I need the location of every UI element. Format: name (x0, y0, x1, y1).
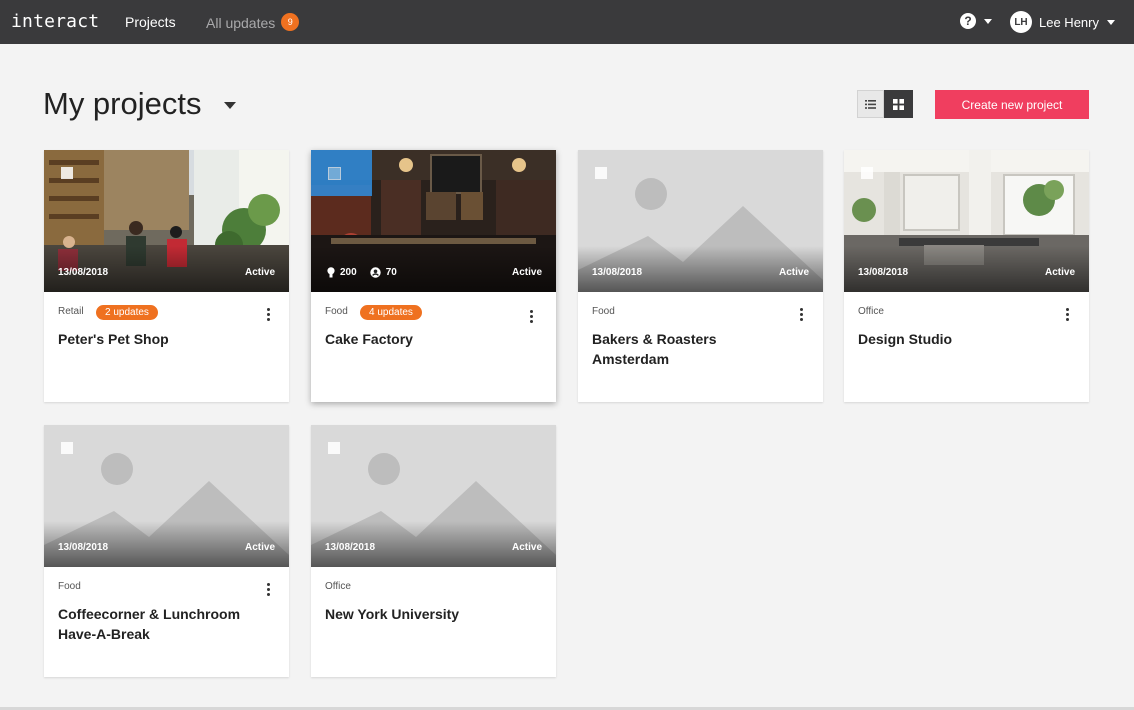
card-menu-button[interactable] (797, 308, 805, 324)
project-category: Retail (58, 306, 84, 317)
more-icon-dot (1065, 313, 1069, 316)
more-icon-dot (1065, 318, 1069, 321)
project-name: Coffeecorner & Lunchroom Have-A-Break (58, 606, 241, 642)
participants-count: 70 (385, 267, 397, 278)
project-category: Food (325, 306, 348, 317)
project-name: Cake Factory (325, 331, 413, 347)
project-category: Office (858, 306, 884, 317)
lightbulb-icon (327, 267, 335, 278)
chevron-down-icon (1106, 19, 1115, 25)
more-icon-dot (529, 320, 533, 323)
more-icon-dot (266, 588, 270, 591)
page-title: My projects (43, 86, 202, 121)
selected-checkbox-overlay[interactable] (311, 150, 372, 196)
select-checkbox[interactable] (61, 442, 73, 454)
project-image: 13/08/2018 Active (578, 150, 823, 292)
card-menu-button[interactable] (1063, 308, 1071, 324)
list-view-toggle[interactable] (857, 90, 884, 118)
chevron-down-icon (984, 18, 992, 24)
project-image: 13/08/2018 Active (44, 150, 289, 292)
participants-icon (369, 267, 381, 278)
project-image: 13/08/2018 Active (311, 425, 556, 567)
project-category: Food (592, 306, 615, 317)
project-status: Active (511, 267, 542, 278)
project-card[interactable]: 13/08/2018 Active Office Design Studio (844, 150, 1089, 402)
more-icon-dot (266, 318, 270, 321)
create-new-project-button[interactable]: Create new project (935, 90, 1089, 119)
card-menu-button[interactable] (264, 583, 272, 599)
nav-projects-link[interactable]: Projects (125, 14, 176, 30)
project-image: 200 70 Active (311, 150, 556, 292)
project-name: Peter's Pet Shop (58, 331, 169, 347)
grid-icon (893, 98, 904, 110)
app-logo[interactable]: interact (11, 11, 99, 32)
project-status: Active (244, 267, 275, 278)
project-status: Active (511, 542, 542, 553)
project-status: Active (244, 542, 275, 553)
project-name: New York University (325, 606, 460, 622)
select-checkbox[interactable] (328, 442, 340, 454)
project-card[interactable]: 13/08/2018 Active Retail 2 updates Peter… (44, 150, 289, 402)
more-icon (799, 308, 803, 311)
project-card[interactable]: 13/08/2018 Active Office New York Univer… (311, 425, 556, 677)
project-name: Bakers & Roasters Amsterdam (592, 331, 717, 367)
top-navigation-bar: interact Projects All updates 9 ? LH Lee… (0, 0, 1134, 44)
nav-all-updates-link[interactable]: All updates 9 (206, 13, 300, 31)
projects-filter-dropdown-icon[interactable] (224, 102, 236, 109)
project-category: Food (58, 581, 81, 592)
updates-badge: 2 updates (96, 305, 158, 320)
avatar: LH (1010, 11, 1032, 33)
project-card[interactable]: 13/08/2018 Active Food Bakers & Roasters… (578, 150, 823, 402)
project-date: 13/08/2018 (858, 267, 909, 278)
nav-all-updates-label: All updates (206, 14, 276, 31)
project-name: Design Studio (858, 331, 953, 347)
updates-badge: 4 updates (360, 305, 422, 320)
project-status: Active (1044, 267, 1075, 278)
help-menu-button[interactable]: ? (960, 13, 992, 29)
updates-count-badge: 9 (281, 13, 300, 31)
more-icon-dot (529, 315, 533, 318)
card-menu-button[interactable] (264, 308, 272, 324)
ideas-count: 200 (340, 267, 357, 278)
select-checkbox[interactable] (61, 167, 73, 179)
project-date: 13/08/2018 (58, 542, 109, 553)
more-icon (529, 310, 533, 313)
select-checkbox[interactable] (595, 167, 607, 179)
card-menu-button[interactable] (527, 310, 535, 326)
project-date: 13/08/2018 (58, 267, 109, 278)
more-icon (1065, 308, 1069, 311)
project-card[interactable]: 200 70 Active Food 4 updates Cake Factor… (311, 150, 556, 402)
project-card[interactable]: 13/08/2018 Active Food Coffeecorner & Lu… (44, 425, 289, 677)
help-icon: ? (960, 13, 976, 29)
project-image: 13/08/2018 Active (844, 150, 1089, 292)
more-icon (266, 308, 270, 311)
more-icon-dot (799, 313, 803, 316)
more-icon-dot (266, 593, 270, 596)
more-icon (266, 583, 270, 586)
project-date: 13/08/2018 (325, 542, 376, 553)
user-menu-button[interactable]: LH Lee Henry (1010, 11, 1115, 33)
grid-view-toggle[interactable] (884, 90, 913, 118)
list-icon (865, 99, 876, 109)
select-checkbox[interactable] (328, 167, 341, 180)
project-image: 13/08/2018 Active (44, 425, 289, 567)
more-icon-dot (266, 313, 270, 316)
project-category: Office (325, 581, 351, 592)
more-icon-dot (799, 318, 803, 321)
project-status: Active (778, 267, 809, 278)
project-date: 13/08/2018 (592, 267, 643, 278)
user-name: Lee Henry (1039, 14, 1099, 30)
project-stats: 200 70 (327, 267, 397, 278)
select-checkbox[interactable] (861, 167, 873, 179)
